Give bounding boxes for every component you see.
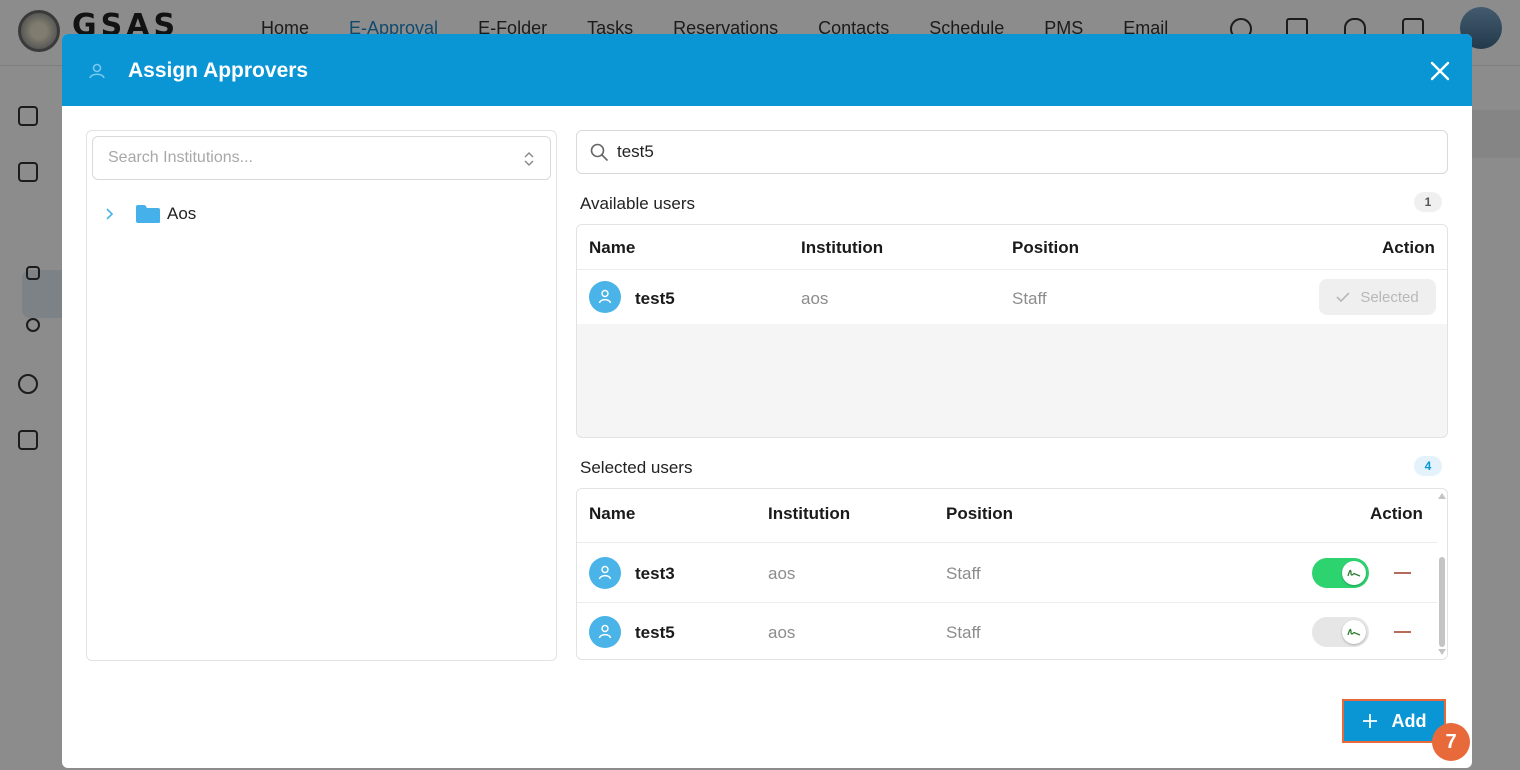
user-avatar-icon — [589, 281, 621, 313]
scroll-thumb[interactable] — [1439, 557, 1445, 647]
institution-search-select[interactable] — [92, 136, 551, 180]
tree-node-aos[interactable]: Aos — [103, 201, 303, 227]
col-name: Name — [589, 504, 636, 523]
scroll-down-arrow[interactable] — [1438, 649, 1446, 655]
search-icon — [590, 143, 608, 161]
folder-icon — [136, 205, 160, 223]
tree-node-label: Aos — [167, 204, 197, 223]
user-institution: aos — [768, 623, 796, 642]
assign-approvers-modal: Assign Approvers Aos Av — [62, 34, 1472, 768]
chevron-up-down-icon — [524, 152, 534, 166]
remove-user-button[interactable] — [1393, 622, 1413, 642]
col-institution: Institution — [801, 238, 884, 257]
table-row[interactable]: test3 aos Staff — [577, 542, 1437, 602]
institutions-panel: Aos — [86, 130, 557, 661]
add-button-label: Add — [1391, 710, 1427, 731]
check-icon — [1336, 292, 1350, 303]
user-institution: aos — [768, 564, 796, 583]
table-scrollbar[interactable] — [1437, 489, 1447, 659]
selected-users-title: Selected users — [580, 458, 693, 477]
col-action: Action — [1370, 504, 1423, 523]
user-name: test5 — [635, 623, 675, 642]
modal-header: Assign Approvers — [62, 34, 1472, 106]
plus-icon — [1362, 714, 1377, 728]
selected-button-label: Selected — [1360, 288, 1419, 306]
user-position: Staff — [946, 564, 981, 583]
user-avatar-icon — [589, 616, 621, 648]
selected-count-badge: 4 — [1414, 456, 1442, 476]
available-users-table: Name Institution Position Action test5 a… — [576, 224, 1448, 438]
table-row[interactable]: test5 aos Staff Selected — [577, 269, 1447, 324]
col-name: Name — [589, 238, 636, 257]
modal-title: Assign Approvers — [128, 59, 309, 82]
user-avatar-icon — [589, 557, 621, 589]
table-row[interactable]: test5 aos Staff — [577, 602, 1437, 659]
close-icon[interactable] — [1428, 59, 1452, 83]
user-position: Staff — [1012, 289, 1047, 308]
col-action: Action — [1382, 238, 1435, 257]
user-institution: aos — [801, 289, 829, 308]
available-users-title: Available users — [580, 194, 695, 213]
institution-search-input[interactable] — [94, 138, 514, 178]
available-count-badge: 1 — [1414, 192, 1442, 212]
user-search-box[interactable] — [576, 130, 1448, 174]
users-icon — [89, 63, 105, 79]
col-institution: Institution — [768, 504, 851, 523]
user-position: Staff — [946, 623, 981, 642]
signature-toggle[interactable] — [1312, 558, 1369, 588]
user-search-input[interactable] — [617, 132, 1437, 172]
step-number-badge: 7 — [1432, 723, 1470, 761]
chevron-right-icon[interactable] — [103, 207, 117, 221]
table-header: Name Institution Position Action — [577, 225, 1447, 269]
add-button[interactable]: Add — [1342, 699, 1446, 743]
user-name: test5 — [635, 289, 675, 308]
remove-user-button[interactable] — [1393, 563, 1413, 583]
signature-icon — [1342, 561, 1366, 585]
col-position: Position — [1012, 238, 1080, 257]
selected-button[interactable]: Selected — [1319, 279, 1436, 315]
signature-toggle[interactable] — [1312, 617, 1369, 647]
table-header: Name Institution Position Action — [577, 489, 1437, 542]
col-position: Position — [946, 504, 1014, 523]
scroll-up-arrow[interactable] — [1438, 493, 1446, 499]
user-name: test3 — [635, 564, 675, 583]
signature-icon — [1342, 620, 1366, 644]
selected-users-table: Name Institution Position Action test3 a… — [576, 488, 1448, 660]
